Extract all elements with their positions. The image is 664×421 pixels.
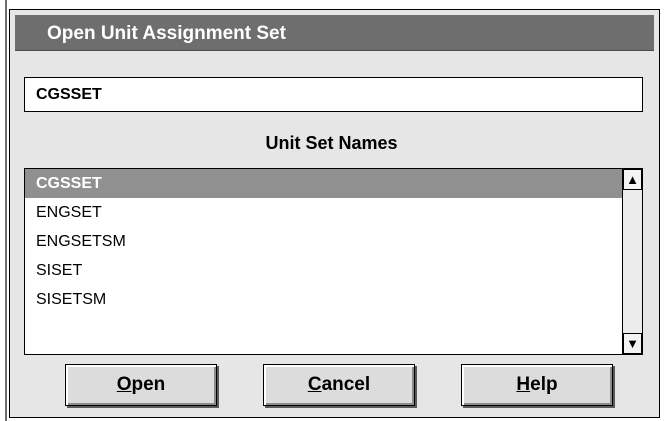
help-mnemonic: H — [516, 374, 531, 395]
caret-down-icon[interactable]: ▼ — [623, 333, 642, 354]
help-button[interactable]: Help — [461, 364, 613, 406]
list-item-engset[interactable]: ENGSET — [25, 198, 622, 227]
unit-set-list[interactable]: CGSSET ENGSET ENGSETSM SISET SISETSM ▲ ▼ — [24, 168, 643, 355]
open-button[interactable]: Open — [65, 364, 217, 406]
unit-set-names-label: Unit Set Names — [265, 133, 398, 153]
cancel-label-rest: ancel — [321, 374, 371, 395]
help-label-rest: elp — [530, 374, 558, 395]
open-label-rest: pen — [131, 374, 166, 395]
open-unit-assignment-dialog: Open Unit Assignment Set CGSSET Unit Set… — [9, 9, 660, 418]
window-edge — [5, 0, 7, 421]
unit-set-name-field[interactable]: CGSSET — [24, 77, 643, 112]
list-item-cgsset[interactable]: CGSSET — [25, 169, 622, 198]
cancel-mnemonic: C — [307, 374, 322, 395]
list-item-siset[interactable]: SISET — [25, 256, 622, 285]
unit-set-list-items: CGSSET ENGSET ENGSETSM SISET SISETSM — [25, 169, 622, 354]
open-mnemonic: O — [116, 374, 132, 395]
cancel-button[interactable]: Cancel — [263, 364, 415, 406]
list-item-engsetsm[interactable]: ENGSETSM — [25, 227, 622, 256]
list-scrollbar[interactable]: ▲ ▼ — [622, 169, 642, 354]
dialog-title: Open Unit Assignment Set — [15, 15, 654, 51]
caret-up-icon[interactable]: ▲ — [623, 169, 642, 190]
list-item-sisetsm[interactable]: SISETSM — [25, 285, 622, 314]
